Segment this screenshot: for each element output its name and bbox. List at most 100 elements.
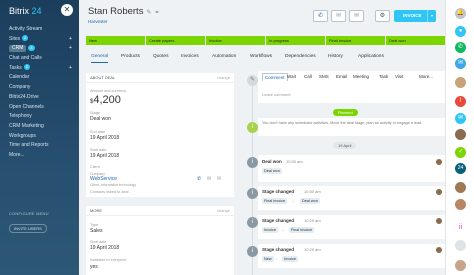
tab-automation[interactable]: Automation — [212, 54, 236, 59]
avatar[interactable] — [436, 159, 442, 165]
notification-bell-icon[interactable]: 🔔 — [455, 8, 466, 19]
check-icon[interactable]: ✓ — [455, 147, 466, 158]
tab-more[interactable]: More... — [419, 74, 433, 79]
tab-meeting[interactable]: Meeting — [353, 74, 369, 79]
sidebar-item-crm[interactable]: CRM 4 + — [9, 44, 73, 54]
sidebar-item-company[interactable]: Company — [9, 83, 73, 93]
sidebar-item-more[interactable]: More... — [9, 151, 73, 161]
deal-title: Stan Roberts — [88, 6, 144, 17]
chevron-down-icon[interactable]: ▾ — [427, 10, 436, 22]
tab-quotes[interactable]: Quotes — [153, 54, 168, 59]
alert-icon[interactable]: ! — [455, 96, 466, 107]
pencil-icon[interactable]: ✎ — [146, 10, 151, 16]
avatar[interactable] — [455, 260, 466, 271]
phone-icon[interactable]: ✆ — [313, 10, 328, 22]
event-time: 10:30 am — [304, 189, 321, 194]
mail-icon[interactable]: ✉ — [349, 10, 364, 22]
stage-new[interactable]: New — [86, 36, 145, 45]
avatar[interactable] — [455, 240, 466, 251]
avatar[interactable] — [455, 182, 466, 193]
invite-users-button[interactable]: INVITE USERS — [9, 224, 47, 233]
right-toolbar: 🔔 ● ✆ ✉ ! ✉ ✓ 24 ii — [445, 0, 474, 275]
sidebar-item-activity-stream[interactable]: Activity Stream — [9, 25, 73, 35]
arrow-right-icon: → — [274, 256, 278, 261]
logo-prefix: Bitrix — [9, 6, 29, 16]
info-icon: i — [247, 122, 258, 133]
avatar[interactable] — [436, 189, 442, 195]
tab-history[interactable]: History — [328, 54, 343, 59]
avatar[interactable] — [436, 218, 442, 224]
add-icon[interactable]: + — [68, 36, 73, 42]
sidebar-item-crm-marketing[interactable]: CRM Marketing — [9, 122, 73, 132]
tab-visit[interactable]: Visit — [395, 74, 403, 79]
stage-final-invoice[interactable]: Final invoice — [326, 36, 385, 45]
stage-create-papers[interactable]: Create papers — [146, 36, 205, 45]
logo-suffix: 24 — [31, 6, 42, 16]
chat-icon[interactable]: ✉ — [331, 10, 346, 22]
tab-dependencies[interactable]: Dependencies — [285, 54, 316, 59]
tab-general[interactable]: General — [91, 54, 109, 63]
tab-sms[interactable]: SMS — [319, 74, 329, 79]
sidebar-item-calendar[interactable]: Calendar — [9, 73, 73, 83]
start-date-value: 19 April 2018 — [90, 245, 120, 251]
stage-deal-won[interactable]: Deal won — [386, 36, 445, 45]
sidebar-item-open-channels[interactable]: Open Channels — [9, 103, 73, 113]
sidebar-item-sites[interactable]: Sites 2 + — [9, 35, 73, 45]
avatar[interactable] — [455, 77, 466, 88]
chat-icon[interactable]: ✉ — [455, 113, 466, 124]
configure-menu-link[interactable]: CONFIGURE MENU — [9, 211, 49, 216]
tab-workflows[interactable]: Workflows — [250, 54, 272, 59]
stage-tag: Deal won — [262, 168, 282, 174]
stage-in-progress[interactable]: In progress — [266, 36, 325, 45]
tab-invoices[interactable]: Invoices — [181, 54, 199, 59]
phone-icon[interactable]: ✆ — [455, 42, 466, 53]
sidebar-item-time-and-reports[interactable]: Time and Reports — [9, 141, 73, 151]
company-name-link[interactable]: WebService — [90, 176, 117, 182]
deal-category[interactable]: Harvester — [88, 19, 108, 24]
stage-label: Stage — [90, 111, 100, 115]
notification-icon[interactable]: ● — [455, 26, 466, 37]
stage-tag: Final invoice — [262, 198, 288, 204]
tab-products[interactable]: Products — [121, 54, 140, 59]
gear-icon[interactable]: ⚙ — [375, 10, 390, 22]
phone-icon[interactable]: ✆ — [197, 176, 201, 182]
avatar[interactable] — [455, 199, 466, 210]
tab-email[interactable]: Email — [336, 74, 347, 79]
bitrix24-badge[interactable]: 24 — [455, 163, 466, 174]
info-icon: i — [247, 217, 258, 228]
messenger-icon[interactable]: ✉ — [455, 58, 466, 69]
stage-tag: New — [262, 256, 274, 262]
stage-invoice[interactable]: Invoice — [206, 36, 265, 45]
app-icon[interactable]: ii — [455, 222, 466, 233]
link-icon[interactable]: ⚭ — [154, 10, 159, 16]
add-icon[interactable]: + — [68, 65, 73, 71]
change-link[interactable]: change — [217, 208, 230, 213]
date-pill: 19 April — [333, 142, 357, 149]
tab-applications[interactable]: Applications — [358, 54, 384, 59]
chat-icon[interactable]: ✉ — [217, 176, 221, 182]
activity-composer: Comment Wait Call SMS Email Meeting Task… — [258, 71, 445, 103]
mail-icon[interactable]: ✉ — [207, 176, 211, 182]
comment-input[interactable]: Leave comment — [262, 92, 290, 97]
tab-wait[interactable]: Wait — [287, 74, 296, 79]
main-content: Stan Roberts ✎ ⚭ Harvester ✆ ✉ ✉ ⚙ INVOICE… — [79, 0, 445, 275]
event-time: 10:30 am — [286, 159, 303, 164]
avatar[interactable] — [436, 247, 442, 253]
sidebar-item-workgroups[interactable]: Workgroups — [9, 132, 73, 142]
add-icon[interactable]: + — [68, 46, 73, 51]
sidebar-item-drive[interactable]: Bitrix24.Drive — [9, 93, 73, 103]
avatar[interactable] — [455, 129, 466, 140]
bitrix24-logo[interactable]: Bitrix 24 — [9, 6, 42, 16]
tab-call[interactable]: Call — [304, 74, 312, 79]
sidebar-item-telephony[interactable]: Telephony — [9, 112, 73, 122]
sidebar-item-tasks[interactable]: Tasks 2 + — [9, 64, 73, 74]
tab-comment[interactable]: Comment — [262, 73, 288, 81]
sidebar-item-chat-and-calls[interactable]: Chat and Calls — [9, 54, 73, 64]
change-link[interactable]: change — [217, 75, 230, 80]
timeline-event: Stage changed 10:29 am New → Invoice — [258, 244, 445, 268]
event-time: 10:29 am — [304, 247, 321, 252]
close-menu-icon[interactable]: ✕ — [61, 4, 73, 16]
invoice-button[interactable]: INVOICE ▾ — [394, 10, 436, 22]
tab-task[interactable]: Task — [379, 74, 388, 79]
stage-bar: New Create papers Invoice In progress Fi… — [86, 36, 446, 45]
